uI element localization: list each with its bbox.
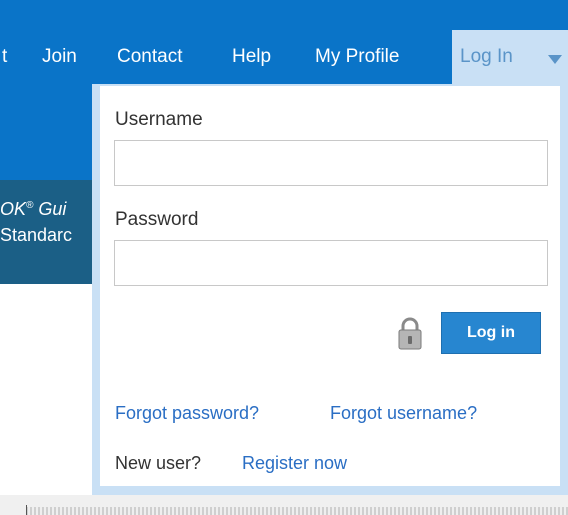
caret-down-icon <box>548 55 562 64</box>
username-label: Username <box>115 109 203 130</box>
scrollbar-edge <box>26 505 27 515</box>
nav-item-contact[interactable]: Contact <box>117 46 182 68</box>
register-now-link[interactable]: Register now <box>242 453 347 474</box>
nav-item-join[interactable]: Join <box>42 46 77 68</box>
login-button[interactable]: Log in <box>441 312 541 354</box>
banner-text-line2: Standarc <box>0 225 73 245</box>
banner-text-line1: OK® Gui <box>0 199 67 219</box>
login-tab-label: Log In <box>460 46 513 67</box>
banner-fragment: OK® Gui Standarc <box>0 180 98 284</box>
password-field[interactable] <box>114 240 548 286</box>
new-user-text: New user? <box>115 453 202 473</box>
horizontal-scrollbar[interactable] <box>0 495 568 515</box>
nav-item-help[interactable]: Help <box>232 46 271 68</box>
forgot-username-link[interactable]: Forgot username? <box>330 403 477 424</box>
forgot-password-link[interactable]: Forgot password? <box>115 403 259 424</box>
scrollbar-track[interactable] <box>26 507 568 515</box>
nav-item-partial[interactable]: t <box>2 46 7 68</box>
password-label: Password <box>115 209 199 230</box>
username-field[interactable] <box>114 140 548 186</box>
login-tab[interactable]: Log In <box>452 30 568 86</box>
nav-item-my-profile[interactable]: My Profile <box>315 46 399 68</box>
lock-icon <box>398 317 422 350</box>
